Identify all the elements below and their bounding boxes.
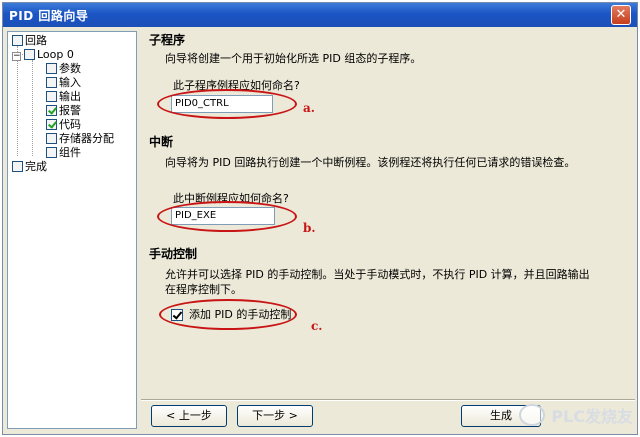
annotation-ellipse-a [157,89,297,119]
tree-item-loop0[interactable]: − Loop 0 [12,48,74,62]
wizard-step-tree: 回路 − Loop 0 参数 输入 输出 报警 代码 存储器分配 组件 完成 [7,31,137,429]
tree-item-output[interactable]: 输出 [46,90,81,104]
checkbox-icon [46,133,57,144]
pid-wizard-window: PID 回路向导 ✕ 回路 − Loop 0 参数 输入 输出 报警 代码 存储… [2,2,638,435]
button-bar-divider [141,399,635,401]
tree-item-memory-allocation[interactable]: 存储器分配 [46,132,114,146]
subroutine-heading: 子程序 [149,33,186,47]
next-button[interactable]: 下一步 > [237,405,313,427]
annotation-ellipse-c [159,299,297,330]
watermark-text: PLC发烧友 [551,407,633,426]
tree-item-loop-root[interactable]: 回路 [12,34,47,48]
checkbox-icon [12,161,23,172]
checked-checkbox-icon [46,105,57,116]
watermark: PLC发烧友 [519,402,633,428]
annotation-marker-a: a. [303,101,315,115]
wizard-content: 子程序 向导将创建一个用于初始化所选 PID 组态的子程序。 此子程序例程应如何… [143,31,637,397]
interrupt-heading: 中断 [149,135,174,149]
tree-item-alarm[interactable]: 报警 [46,104,81,118]
close-icon: ✕ [615,7,627,22]
prev-button[interactable]: < 上一步 [151,405,227,427]
manual-control-description-line2: 在程序控制下。 [165,283,242,296]
manual-control-description-line1: 允许并可以选择 PID 的手动控制。当处于手动模式时，不执行 PID 计算，并且… [165,268,590,281]
checkbox-icon [12,35,23,46]
tree-line [17,46,18,156]
checkbox-icon [24,49,35,60]
annotation-marker-b: b. [303,221,316,235]
tree-item-parameters[interactable]: 参数 [46,62,81,76]
tree-line [32,60,33,156]
manual-control-heading: 手动控制 [149,247,198,261]
tree-item-finish[interactable]: 完成 [12,160,47,174]
tree-item-code[interactable]: 代码 [46,118,81,132]
annotation-marker-c: c. [311,319,323,333]
close-button[interactable]: ✕ [611,5,631,25]
collapse-icon[interactable]: − [12,52,21,61]
wechat-icon [519,404,546,426]
checked-checkbox-icon [46,119,57,130]
tree-item-components[interactable]: 组件 [46,146,81,160]
checkbox-icon [46,63,57,74]
title-bar[interactable]: PID 回路向导 ✕ [3,3,637,27]
checkbox-icon [46,91,57,102]
window-title: PID 回路向导 [9,9,89,23]
annotation-ellipse-b [157,201,297,232]
tree-item-input[interactable]: 输入 [46,76,81,90]
checkbox-icon [46,147,57,158]
checkbox-icon [46,77,57,88]
subroutine-description: 向导将创建一个用于初始化所选 PID 组态的子程序。 [165,52,422,65]
interrupt-description: 向导将为 PID 回路执行创建一个中断例程。该例程还将执行任何已请求的错误检查。 [165,156,576,169]
